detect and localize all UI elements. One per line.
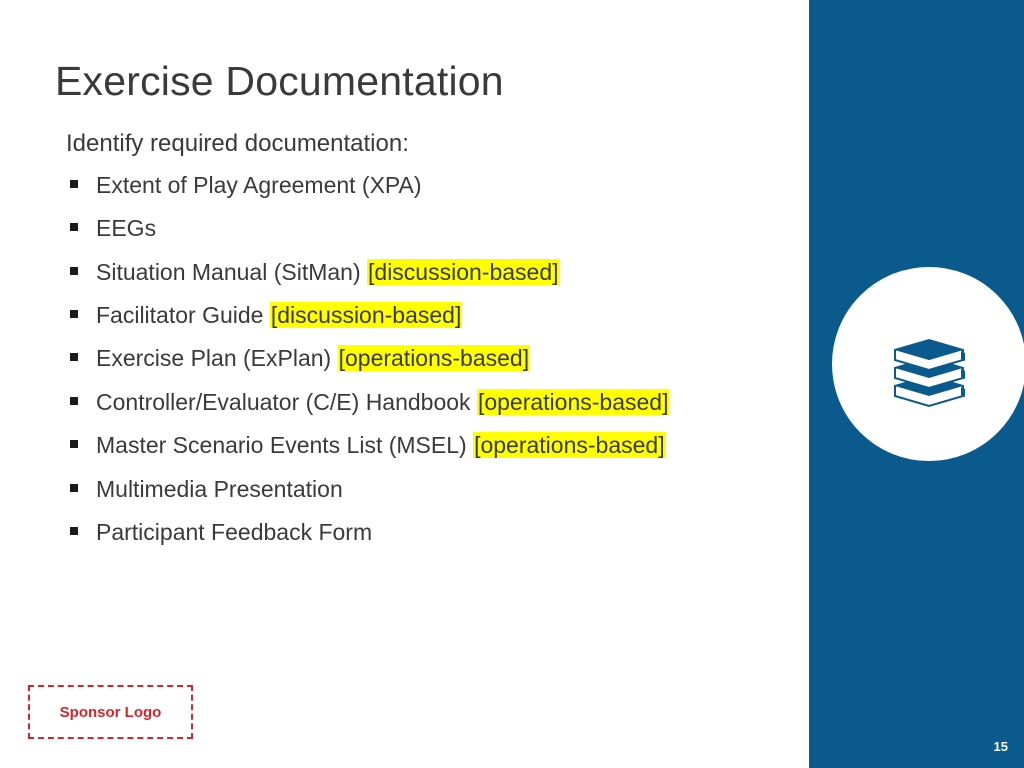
sponsor-label: Sponsor Logo [60,704,162,721]
page-number: 15 [994,739,1008,754]
list-item: Exercise Plan (ExPlan) [operations-based… [70,343,730,373]
slide: Exercise Documentation Identify required… [0,0,1024,768]
item-text: Situation Manual (SitMan) [96,259,367,285]
list-item: Controller/Evaluator (C/E) Handbook [ope… [70,387,730,417]
item-text: Exercise Plan (ExPlan) [96,345,338,371]
item-text: EEGs [96,215,156,241]
item-text: Participant Feedback Form [96,519,372,545]
item-text: Multimedia Presentation [96,476,343,502]
intro-text: Identify required documentation: [66,130,409,158]
list-item: Multimedia Presentation [70,474,730,504]
list-item: Participant Feedback Form [70,517,730,547]
slide-title: Exercise Documentation [55,58,504,105]
list-item: Master Scenario Events List (MSEL) [oper… [70,430,730,460]
bullet-list: Extent of Play Agreement (XPA) EEGs Situ… [70,170,730,560]
item-text: Controller/Evaluator (C/E) Handbook [96,389,477,415]
list-item: Extent of Play Agreement (XPA) [70,170,730,200]
item-tag: [operations-based] [473,432,666,458]
item-tag: [discussion-based] [270,302,463,328]
item-tag: [operations-based] [477,389,670,415]
list-item: EEGs [70,213,730,243]
list-item: Facilitator Guide [discussion-based] [70,300,730,330]
item-text: Extent of Play Agreement (XPA) [96,172,422,198]
item-text: Master Scenario Events List (MSEL) [96,432,473,458]
item-text: Facilitator Guide [96,302,270,328]
sponsor-logo-placeholder: Sponsor Logo [28,685,193,739]
item-tag: [discussion-based] [367,259,560,285]
icon-circle [830,265,1024,463]
list-item: Situation Manual (SitMan) [discussion-ba… [70,257,730,287]
books-stack-icon [879,314,979,414]
item-tag: [operations-based] [338,345,531,371]
